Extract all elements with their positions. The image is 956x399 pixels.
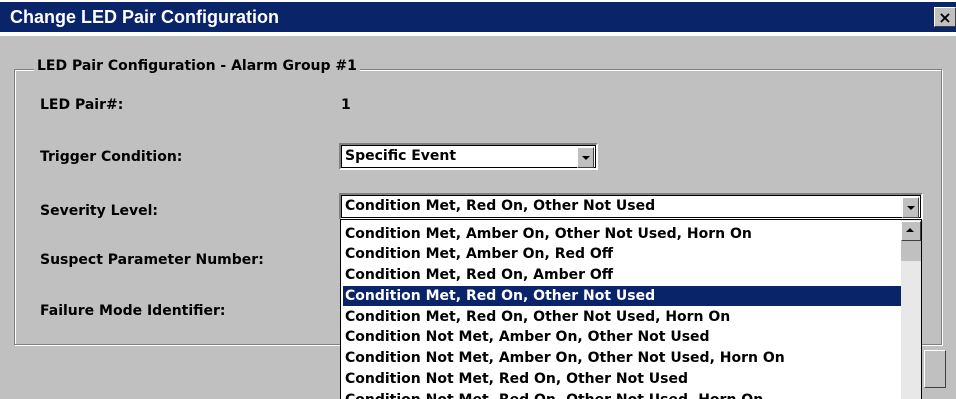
chevron-down-icon	[907, 206, 915, 210]
list-item[interactable]: Condition Not Met, Amber On, Other Not U…	[343, 327, 901, 347]
list-item[interactable]: Condition Not Met, Amber On, Other Not U…	[343, 348, 901, 368]
list-item[interactable]: Condition Not Met, Red On, Other Not Use…	[343, 390, 901, 399]
group-title: LED Pair Configuration - Alarm Group #1	[34, 58, 360, 74]
severity-level-value: Condition Met, Red On, Other Not Used	[345, 198, 656, 214]
severity-level-label: Severity Level:	[40, 203, 159, 219]
trigger-condition-select[interactable]: Specific Event	[339, 143, 598, 170]
trigger-condition-value: Specific Event	[345, 148, 457, 164]
title-bar: Change LED Pair Configuration ×	[0, 0, 956, 36]
suspect-parameter-number-label: Suspect Parameter Number:	[40, 252, 264, 268]
scroll-up-button[interactable]	[901, 221, 921, 241]
scroll-thumb[interactable]	[901, 241, 921, 261]
list-item-selected[interactable]: Condition Met, Red On, Other Not Used	[343, 286, 901, 306]
led-pair-value: 1	[341, 97, 351, 113]
severity-dropdown-button[interactable]	[902, 197, 919, 218]
chevron-up-icon	[906, 228, 914, 232]
severity-level-select[interactable]: Condition Met, Red On, Other Not Used	[339, 193, 923, 220]
list-scrollbar[interactable]	[901, 220, 921, 399]
partial-button[interactable]	[924, 350, 946, 388]
led-pair-label: LED Pair#:	[40, 97, 124, 113]
window-title: Change LED Pair Configuration	[10, 7, 280, 27]
chevron-down-icon	[582, 156, 590, 160]
list-item[interactable]: Condition Met, Red On, Other Not Used, H…	[343, 307, 901, 327]
list-item[interactable]: Condition Met, Amber On, Red Off	[343, 244, 901, 264]
title-bar-background[interactable]: Change LED Pair Configuration	[0, 2, 956, 32]
list-item[interactable]: Condition Not Met, Red On, Other Not Use…	[343, 369, 901, 389]
failure-mode-identifier-label: Failure Mode Identifier:	[40, 303, 226, 319]
close-button[interactable]: ×	[934, 7, 956, 27]
trigger-condition-label: Trigger Condition:	[40, 149, 183, 165]
severity-options-list[interactable]: Condition Met, Amber On, Other Not Used,…	[340, 219, 922, 399]
list-item[interactable]: Condition Met, Amber On, Other Not Used,…	[343, 224, 901, 244]
list-item[interactable]: Condition Met, Red On, Amber Off	[343, 265, 901, 285]
trigger-dropdown-button[interactable]	[577, 147, 594, 168]
